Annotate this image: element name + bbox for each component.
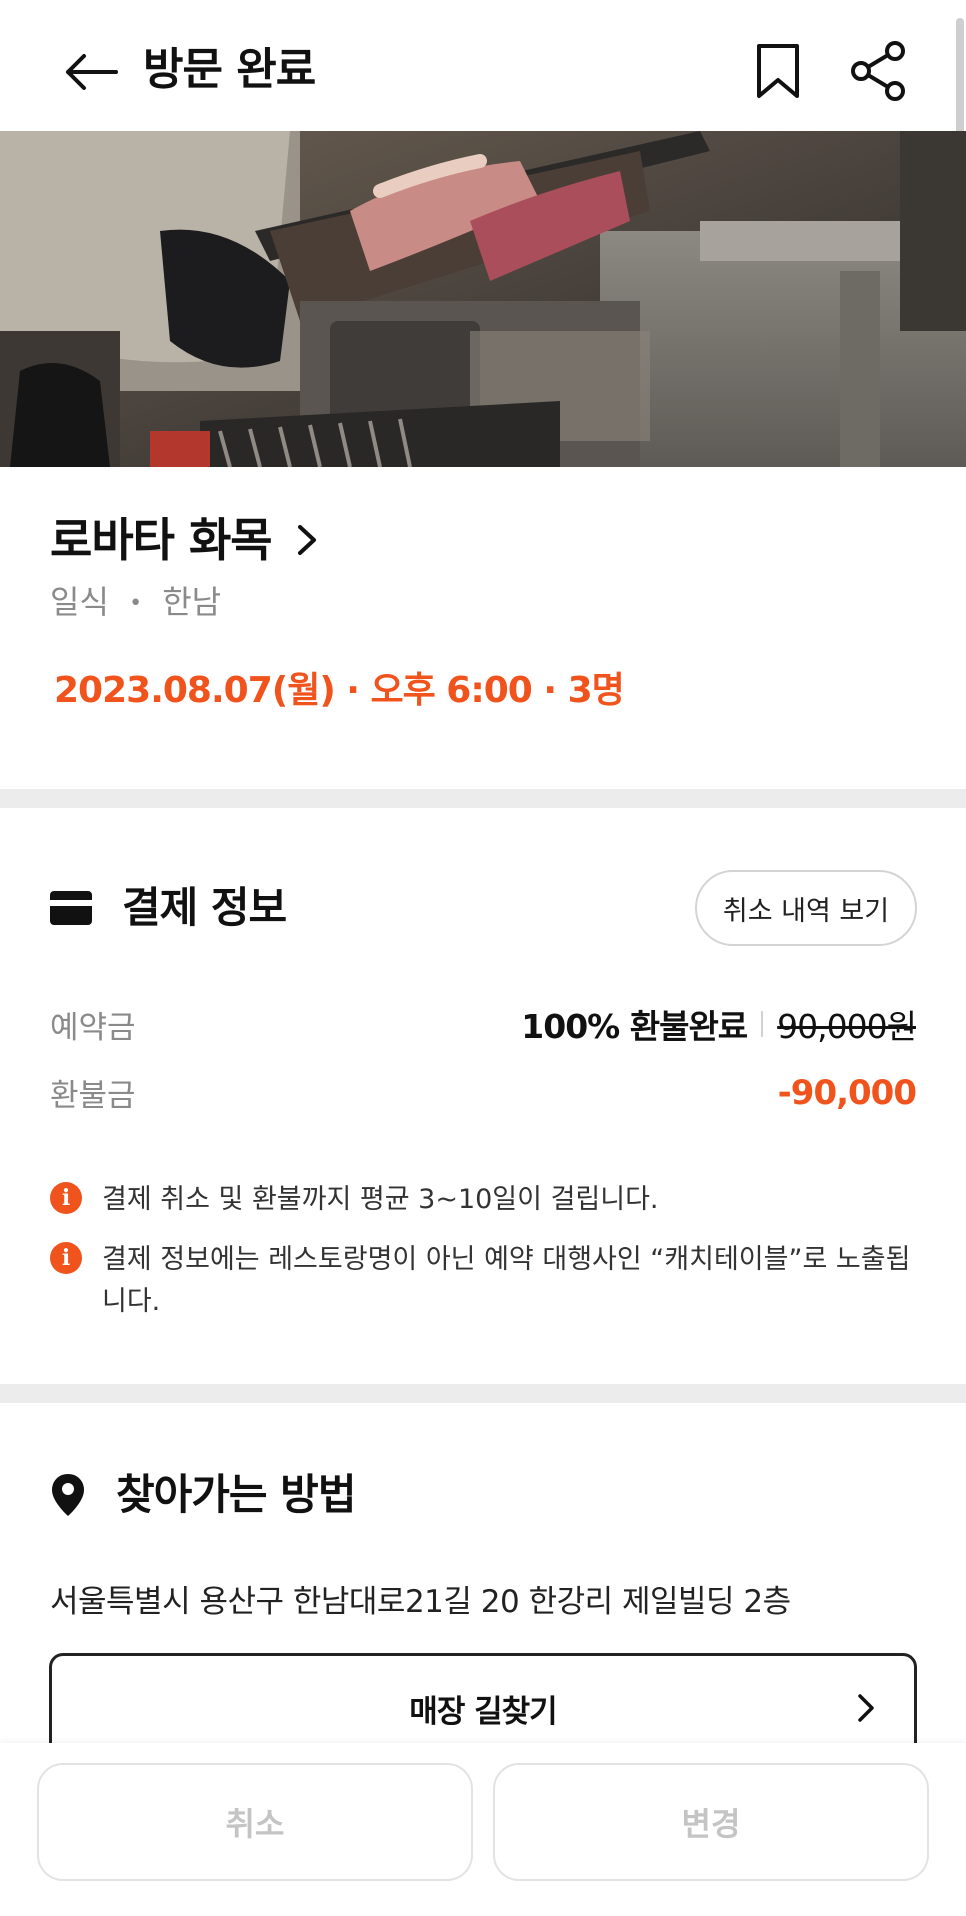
restaurant-name-link[interactable]: 로바타 화목 — [50, 507, 318, 573]
directions-title: 찾아가는 방법 — [116, 1470, 356, 1519]
refund-amount: -90,000 — [777, 1072, 917, 1113]
restaurant-name: 로바타 화목 — [50, 513, 273, 567]
restaurant-area: 한남 — [162, 583, 222, 621]
meta-separator: • — [129, 591, 143, 616]
deposit-row: 예약금 100% 환불완료 90,000원 — [50, 1000, 917, 1048]
restaurant-address: 서울특별시 용산구 한남대로21길 20 한강리 제일빌딩 2층 — [50, 1584, 791, 1620]
grill-photo-illustration — [0, 131, 966, 467]
restaurant-category: 일식 — [50, 583, 109, 621]
app-header: 방문 완료 — [0, 0, 966, 131]
section-divider — [0, 1384, 966, 1403]
refund-status: 100% 환불완료 — [521, 1007, 748, 1046]
bookmark-icon — [757, 44, 799, 98]
notice-text: 결제 정보에는 레스토랑명이 아닌 예약 대행사인 “캐치테이블”로 노출됩니다… — [102, 1244, 911, 1317]
cancel-reservation-button[interactable]: 취소 — [37, 1763, 473, 1881]
back-button[interactable] — [58, 40, 122, 104]
directions-section: 찾아가는 방법 서울특별시 용산구 한남대로21길 20 한강리 제일빌딩 2층… — [0, 1403, 966, 1763]
deposit-label: 예약금 — [50, 1009, 136, 1046]
restaurant-meta: 일식 • 한남 — [50, 579, 221, 627]
arrow-left-icon — [66, 54, 118, 90]
map-pin-icon — [52, 1474, 84, 1516]
cancel-history-button[interactable]: 취소 내역 보기 — [695, 870, 917, 946]
restaurant-photo — [0, 131, 966, 467]
restaurant-info: 로바타 화목 일식 • 한남 2023.08.07(월) · 오후 6:00 ·… — [0, 467, 966, 789]
payment-title: 결제 정보 — [122, 883, 287, 932]
deposit-value: 100% 환불완료 90,000원 — [521, 1000, 917, 1048]
change-reservation-button[interactable]: 변경 — [493, 1763, 929, 1881]
share-button[interactable] — [844, 36, 914, 106]
notice-item: i 결제 정보에는 레스토랑명이 아닌 예약 대행사인 “캐치테이블”로 노출됩… — [50, 1239, 920, 1323]
refund-row: 환불금 -90,000 — [50, 1070, 917, 1115]
notice-text: 결제 취소 및 환불까지 평균 3~10일이 걸립니다. — [102, 1184, 659, 1215]
chevron-right-icon — [296, 523, 318, 557]
directions-header: 찾아가는 방법 — [50, 1465, 356, 1525]
share-icon — [851, 41, 905, 101]
info-icon: i — [50, 1182, 82, 1214]
payment-header: 결제 정보 — [50, 878, 287, 938]
bookmark-button[interactable] — [746, 36, 810, 106]
chevron-right-icon — [856, 1692, 876, 1724]
page-title: 방문 완료 — [143, 44, 316, 95]
info-icon: i — [50, 1242, 82, 1274]
refund-label: 환불금 — [50, 1078, 136, 1114]
reservation-datetime: 2023.08.07(월) · 오후 6:00 · 3명 — [54, 670, 625, 711]
section-divider — [0, 789, 966, 808]
credit-card-icon — [50, 891, 92, 925]
payment-section: 결제 정보 취소 내역 보기 예약금 100% 환불완료 90,000원 환불금… — [0, 808, 966, 1384]
original-deposit-amount: 90,000원 — [777, 1007, 917, 1046]
notice-item: i 결제 취소 및 환불까지 평균 3~10일이 걸립니다. — [50, 1179, 920, 1221]
find-route-label: 매장 길찾기 — [409, 1693, 557, 1730]
value-divider — [761, 1011, 764, 1037]
bottom-action-bar: 취소 변경 — [0, 1743, 966, 1916]
